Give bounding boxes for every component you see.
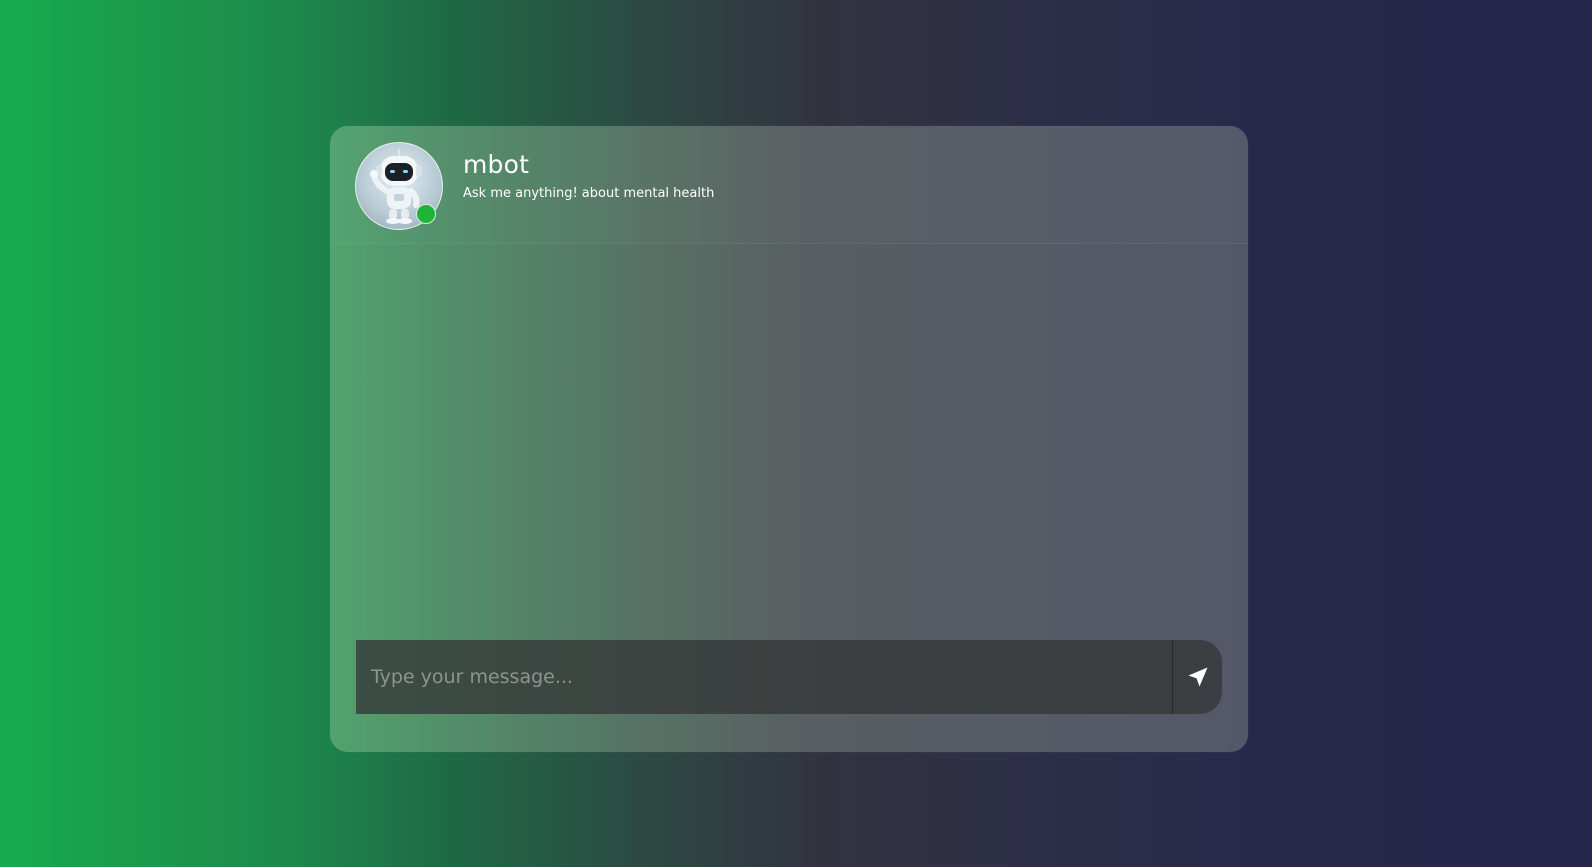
- bot-name: mbot: [463, 150, 530, 179]
- send-arrow-icon: [1188, 667, 1207, 687]
- messages-area[interactable]: [330, 244, 1248, 634]
- message-input[interactable]: [356, 640, 1172, 714]
- bot-subtitle: Ask me anything! about mental health: [463, 186, 715, 201]
- chat-window: mbot Ask me anything! about mental healt…: [330, 126, 1248, 752]
- chat-header: mbot Ask me anything! about mental healt…: [330, 126, 1248, 244]
- online-status-indicator: [416, 204, 436, 224]
- message-composer: [356, 640, 1222, 714]
- send-button[interactable]: [1172, 640, 1222, 714]
